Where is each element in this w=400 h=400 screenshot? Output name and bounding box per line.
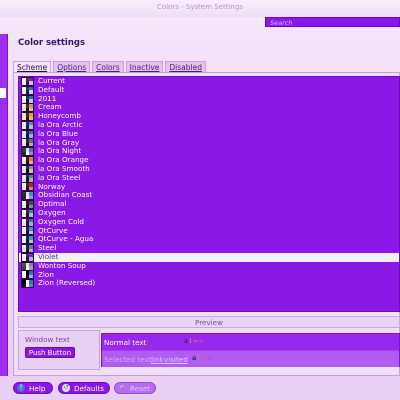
scheme-swatch-icon <box>21 261 34 271</box>
scheme-swatch-icon <box>21 173 34 183</box>
glyph: a <box>207 354 212 362</box>
scheme-list-item[interactable]: 2011 <box>19 94 399 104</box>
tab-label: Inactive <box>129 63 160 72</box>
scheme-swatch-icon <box>21 217 34 227</box>
scheme-swatch-icon <box>21 270 34 280</box>
category-sidebar[interactable] <box>0 34 8 376</box>
tab-label: Disabled <box>169 63 202 72</box>
scheme-swatch-icon <box>21 200 34 210</box>
page-title: Color settings <box>18 38 86 48</box>
scheme-swatch-icon <box>21 164 34 174</box>
defaults-button[interactable]: ↺ Defaults <box>58 382 110 394</box>
scheme-list-item[interactable]: Optimal <box>19 199 399 210</box>
tab-label: Colors <box>96 63 120 72</box>
help-icon: ? <box>17 384 25 392</box>
help-label: Help <box>29 383 46 393</box>
tab-bar: Scheme Options Colors Inactive Disabled <box>13 61 206 72</box>
preview-window-text: Window text <box>25 335 70 344</box>
scheme-swatch-icon <box>21 208 34 218</box>
defaults-icon: ↺ <box>62 384 70 392</box>
scheme-list-item[interactable]: Zion (Reversed) <box>19 278 399 289</box>
scheme-swatch-icon <box>21 77 34 86</box>
scheme-swatch-icon <box>21 129 34 139</box>
scheme-list-item[interactable]: Current <box>19 77 399 86</box>
tab-inactive[interactable]: Inactive <box>125 61 164 72</box>
preview-visited-link[interactable]: visited <box>164 355 188 364</box>
preview-selected-row: Selected text link visited a i = a <box>102 351 399 367</box>
scheme-swatch-icon <box>21 120 34 130</box>
search-input[interactable] <box>266 19 399 27</box>
tab-colors[interactable]: Colors <box>92 61 124 72</box>
preview-view-area: Normal text a i = a Selected text link v… <box>101 333 400 367</box>
button-bar: ? Help ↺ Defaults ↶ Reset <box>0 378 400 400</box>
glyph: a <box>184 337 189 345</box>
tab-options[interactable]: Options <box>53 61 91 72</box>
preview-normal-text: Normal text <box>104 338 147 347</box>
preview-selected-text: Selected text <box>104 355 152 364</box>
preview-normal-glyphs: a i = a <box>184 337 203 345</box>
search-field[interactable] <box>265 17 400 27</box>
reset-button[interactable]: ↶ Reset <box>114 382 156 394</box>
preview-window-area: Window text Push Button <box>18 330 100 370</box>
reset-label: Reset <box>130 383 151 393</box>
scheme-list-item[interactable]: QtCurve - Agua <box>19 235 399 245</box>
help-button[interactable]: ? Help <box>13 382 53 394</box>
tab-label: Scheme <box>17 63 48 72</box>
scheme-swatch-icon <box>21 138 34 148</box>
scheme-swatch-icon <box>21 235 34 245</box>
scheme-list-item[interactable]: Wonton Soup <box>19 261 399 271</box>
preview-push-button[interactable]: Push Button <box>25 347 75 358</box>
scheme-swatch-icon <box>21 112 34 122</box>
tab-disabled[interactable]: Disabled <box>165 61 206 72</box>
glyph: i <box>197 354 200 362</box>
preview-link[interactable]: link <box>151 355 164 364</box>
scheme-list-item[interactable]: Obsidian Coast <box>19 191 399 201</box>
glyph: i <box>189 337 192 345</box>
scheme-swatch-icon <box>21 147 34 157</box>
scheme-swatch-icon <box>21 85 34 95</box>
scheme-list-item[interactable]: Oxygen Cold <box>19 217 399 227</box>
glyph: = <box>192 337 199 345</box>
glyph: a <box>192 354 197 362</box>
defaults-label: Defaults <box>74 383 105 393</box>
scheme-list-item[interactable]: la Ora Steel <box>19 173 399 183</box>
preview-selected-glyphs: a i = a <box>192 354 211 362</box>
window-title: Colors - System Settings <box>157 3 243 11</box>
scheme-swatch-icon <box>21 244 34 254</box>
scheme-swatch-icon <box>21 279 34 289</box>
preview-title: Preview <box>195 318 223 327</box>
scheme-swatch-icon <box>21 156 34 166</box>
scheme-list-item[interactable]: Default <box>19 85 399 95</box>
scheme-swatch-icon <box>21 182 34 192</box>
reset-icon: ↶ <box>119 384 125 391</box>
preview-header: Preview <box>18 316 400 328</box>
color-scheme-list[interactable]: Current Default 2011 Cream Honeycomb la Ora A… <box>18 76 400 312</box>
scheme-list-item[interactable]: Steel <box>19 243 399 254</box>
scheme-swatch-icon <box>21 252 34 262</box>
tab-label: Options <box>57 63 87 72</box>
scheme-swatch-icon <box>21 226 34 236</box>
sidebar-selection-marker <box>0 88 6 98</box>
glyph: = <box>200 354 207 362</box>
scheme-swatch-icon <box>21 94 34 104</box>
preview-normal-row: Normal text a i = a <box>102 334 399 350</box>
scheme-swatch-icon <box>21 191 34 201</box>
scheme-swatch-icon <box>21 103 34 113</box>
scheme-name: Zion (Reversed) <box>38 278 96 288</box>
window-titlebar: Colors - System Settings <box>0 0 400 17</box>
tab-scheme[interactable]: Scheme <box>13 61 52 72</box>
glyph: a <box>199 337 204 345</box>
